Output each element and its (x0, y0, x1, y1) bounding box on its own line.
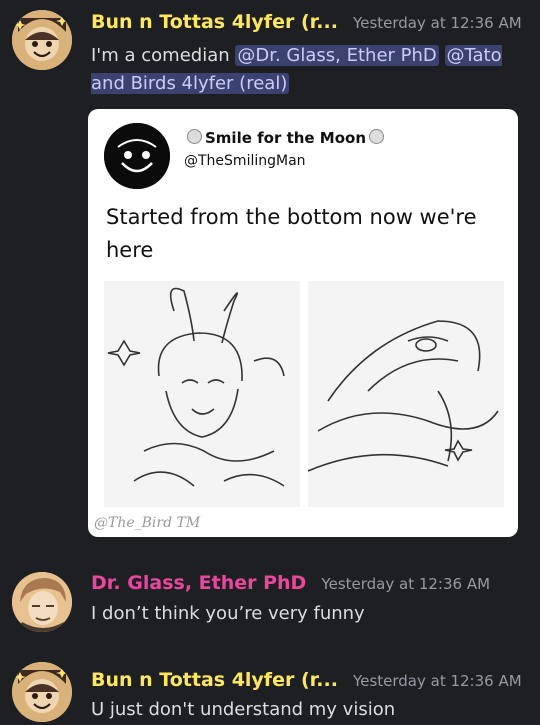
message-text: U just don't understand my vision (91, 699, 396, 720)
mention-dr-glass[interactable]: @Dr. Glass, Ether PhD (235, 45, 439, 66)
tweet-embed[interactable]: Smile for the Moon @TheSmilingMan Starte… (88, 109, 518, 537)
message-text: I don’t think you’re very funny (91, 603, 365, 624)
author-name[interactable]: Dr. Glass, Ether PhD (91, 572, 306, 594)
tweet-image-right[interactable] (308, 281, 504, 507)
timestamp: Yesterday at 12:36 AM (353, 672, 522, 690)
author-name[interactable]: Bun n Tottas 4lyfer (r... (91, 669, 338, 691)
avatar[interactable] (12, 10, 72, 70)
tweet-watermark: @The_Bird TM (94, 515, 201, 531)
timestamp: Yesterday at 12:36 AM (353, 14, 522, 32)
message-header: Bun n Tottas 4lyfer (r... Yesterday at 1… (91, 669, 522, 691)
display-name-text: Smile for the Moon (205, 129, 367, 147)
tweet-image-left[interactable] (104, 281, 300, 507)
avatar[interactable] (12, 572, 72, 632)
message-text: I'm a comedian (91, 45, 236, 66)
author-name[interactable]: Bun n Tottas 4lyfer (r... (91, 11, 338, 33)
message-content: I'm a comedian @Dr. Glass, Ether PhD @Ta… (91, 42, 520, 98)
message-header: Bun n Tottas 4lyfer (r... Yesterday at 1… (91, 11, 522, 33)
moon-icon (369, 129, 385, 144)
avatar[interactable] (12, 662, 72, 722)
tweet-avatar[interactable] (104, 123, 170, 189)
message-header: Dr. Glass, Ether PhD Yesterday at 12:36 … (91, 572, 490, 594)
timestamp: Yesterday at 12:36 AM (321, 575, 491, 593)
tweet-text: Started from the bottom now we're here (106, 205, 477, 262)
tweet-handle[interactable]: @TheSmilingMan (184, 153, 306, 169)
tweet-display-name[interactable]: Smile for the Moon (184, 129, 387, 147)
moon-icon (187, 129, 202, 144)
